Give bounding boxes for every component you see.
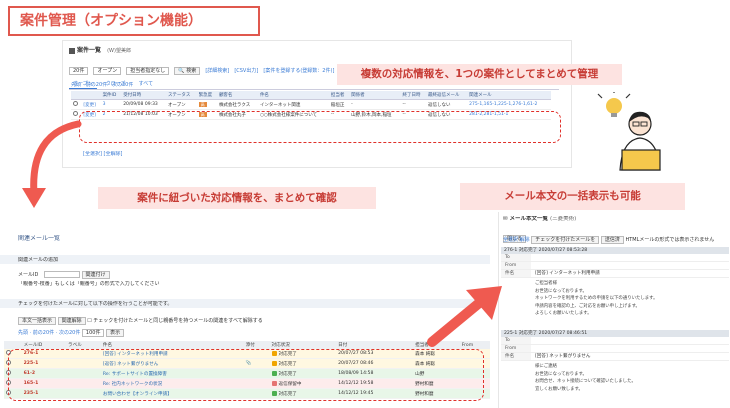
case-subject: インターネット関連 [257, 99, 329, 110]
unlink-all-option[interactable]: ☐ チェックを付けたメールと同じ親番号を持つメールの関連をすべて解除する [87, 318, 263, 324]
mail-id-input[interactable] [43, 271, 80, 278]
col-owner[interactable]: 担当者 [328, 91, 350, 100]
case-mails[interactable]: 275-1,165-1,225-1,276-1,61-2 [467, 99, 551, 110]
bulk-action-select[interactable]: チェックを付けたメールを [531, 236, 600, 244]
row-checkbox[interactable] [73, 111, 78, 116]
col-check [71, 91, 82, 100]
row-checkbox[interactable] [73, 101, 78, 106]
col-status[interactable]: ステータス [165, 91, 197, 100]
edit-link[interactable]: [変更] [81, 99, 101, 110]
case-reply: 返信しない [426, 99, 468, 110]
col-end[interactable]: 終了日時 [400, 91, 427, 100]
case-footer-links: [全選択] [全解除] [83, 151, 122, 157]
col-action [81, 91, 101, 100]
mail-body-title: ✉ メール本文一覧 (三菱美術) [503, 216, 577, 222]
mail-list-screenshot: 関連メール一覧 関連メールの追加 メールID 関連付け 「親番号-枝番」もしくは… [0, 225, 490, 408]
page-first-link[interactable]: 先頭 [71, 82, 81, 88]
case-table-header: 案件ID 受付日時 ステータス 緊急度 顧客名 件名 担当者 関係者 終了日時 … [71, 91, 551, 100]
page-next-link[interactable]: 次の20件 [112, 82, 133, 88]
laptop-icon [621, 149, 661, 171]
mail-id-hint: 「親番号-枝番」もしくは「親番号」の形式で入力してください [18, 281, 160, 287]
col-priority[interactable]: 緊急度 [196, 91, 217, 100]
sent-button[interactable]: 送信済 [600, 236, 624, 244]
case-end: -- [400, 99, 427, 110]
page-prev-link[interactable]: 前の20件 [86, 82, 107, 88]
curved-arrow [22, 120, 82, 208]
highlight-frame [8, 349, 484, 401]
col-mail-id[interactable]: メールID [21, 341, 67, 349]
highlight-frame [79, 111, 561, 143]
col-reply: 最終返信メール [426, 91, 468, 100]
mail-list-title: 関連メール一覧 [18, 235, 61, 242]
html-notice: HTMLメールの形式では表示されません [625, 237, 715, 243]
table-row[interactable]: [変更] 3 20/09/08 09:33 オープン 高 株式会社ラクス インタ… [71, 99, 551, 110]
deselect-all-link[interactable]: [全解除] [104, 151, 123, 157]
mail-body-screenshot: ✉ メール本文一覧 (三菱美術) 閉じる 全選択 解除 チェックを付けたメールを… [498, 212, 730, 408]
diagonal-arrow [427, 286, 502, 347]
check-hint-bar: チェックを付けたメールに対して以下の操作を行うことが可能です。 [0, 299, 490, 308]
case-owner: 稲垣正 [328, 99, 350, 110]
person-laptop-illustration [597, 92, 661, 171]
col-case-id[interactable]: 案件ID [100, 91, 122, 100]
select-all-link[interactable]: [全選択] [83, 151, 102, 157]
display-button[interactable]: 表示 [106, 329, 125, 337]
link-mail-button[interactable]: 関連付け [81, 271, 110, 279]
case-pagination: 先頭 · 前の20件 · 次の20件 [71, 82, 134, 88]
mail-body-toolbar: 全選択 解除 チェックを付けたメールを 送信済 HTMLメールの形式では表示され… [503, 236, 714, 244]
tab-all[interactable]: すべて [135, 79, 157, 88]
case-customer: 株式会社ラクス [216, 99, 258, 110]
mail-add-section: 関連メールの追加 [0, 255, 490, 264]
callout-top: 複数の対応情報を、1つの案件としてまとめて管理 [337, 64, 622, 85]
col-related: 関係者 [349, 91, 401, 100]
col-check [4, 341, 22, 349]
case-status: オープン [165, 99, 197, 110]
page-first-link[interactable]: 先頭 [18, 330, 28, 336]
page-title: 案件管理（オプション機能） [8, 6, 260, 36]
callout-right: メール本文の一括表示も可能 [460, 183, 685, 210]
mail-to-row: To [501, 254, 729, 262]
mail-subject-row: 件名 [回答] ネット繋がりません [501, 353, 729, 361]
mail-from-row: From [501, 345, 729, 353]
case-related: - [349, 99, 401, 110]
mail-pagination: 先頭 · 前の20件 · 次の20件 100件 表示 [18, 329, 125, 337]
page-next-link[interactable]: 次の20件 [59, 330, 80, 336]
mail-table-header: メールID ラベル 件名 添付 対応状況 日付 担当者 From [4, 341, 490, 349]
mail-body-text: 様にご連絡 お世話になっております。 お問合せ、ネット接続について確認いたしまし… [535, 364, 636, 392]
col-subject[interactable]: 件名 [257, 91, 329, 100]
mail-body-text: ご担当者様 お世話になっております。 ネットワークを利用するための申請を以下の通… [535, 281, 658, 316]
col-mails: 関連メール [467, 91, 551, 100]
col-label: ラベル [66, 341, 101, 349]
col-date[interactable]: 日付 [336, 341, 414, 349]
mail-ops: 本文一括表示 関連解除 ☐ チェックを付けたメールと同じ親番号を持つメールの関連… [18, 317, 263, 325]
case-list-screenshot: 案件一覧 (W)望美郎 20件 オープン 担当者指定なし 🔍 検索 [詳細検索]… [62, 40, 572, 168]
list-icon [69, 47, 75, 54]
mail-card-header[interactable]: 225-1 対応完了 2020/07/27 08:46:51 [501, 330, 729, 337]
col-attach: 添付 [243, 341, 270, 349]
priority-badge: 高 [196, 99, 217, 110]
unlink-button[interactable]: 関連解除 [57, 317, 86, 325]
lightbulb-icon [606, 98, 622, 114]
mail-card: 276-1 対応完了 2020/07/27 08:53:28 To From 件… [501, 247, 729, 320]
per-page-select[interactable]: 100件 [81, 329, 105, 337]
mail-to-row: To [501, 337, 729, 345]
bulk-body-button[interactable]: 本文一括表示 [18, 317, 57, 325]
col-status[interactable]: 対応状況 [269, 341, 337, 349]
mail-card-header[interactable]: 276-1 対応完了 2020/07/27 08:53:28 [501, 247, 729, 254]
case-date: 20/09/08 09:33 [121, 99, 166, 110]
page-prev-link[interactable]: 前の20件 [33, 330, 54, 336]
mail-subject-row: 件名 [回答] インターネット利用申請 [501, 270, 729, 278]
case-id[interactable]: 3 [100, 99, 122, 110]
col-customer[interactable]: 顧客名 [216, 91, 258, 100]
mail-from-row: From [501, 262, 729, 270]
mail-id-row: メールID 関連付け [18, 271, 110, 279]
col-subject[interactable]: 件名 [100, 341, 244, 349]
col-date[interactable]: 受付日時 [121, 91, 166, 100]
mail-card: 225-1 対応完了 2020/07/27 08:46:51 To From 件… [501, 330, 729, 395]
callout-middle: 案件に紐づいた対応情報を、まとめて確認 [98, 187, 376, 209]
case-list-title: 案件一覧 (W)望美郎 [69, 45, 131, 54]
select-all-link[interactable]: 全選択 [503, 237, 518, 243]
deselect-link[interactable]: 解除 [520, 237, 530, 243]
mail-id-label: メールID [18, 272, 39, 278]
